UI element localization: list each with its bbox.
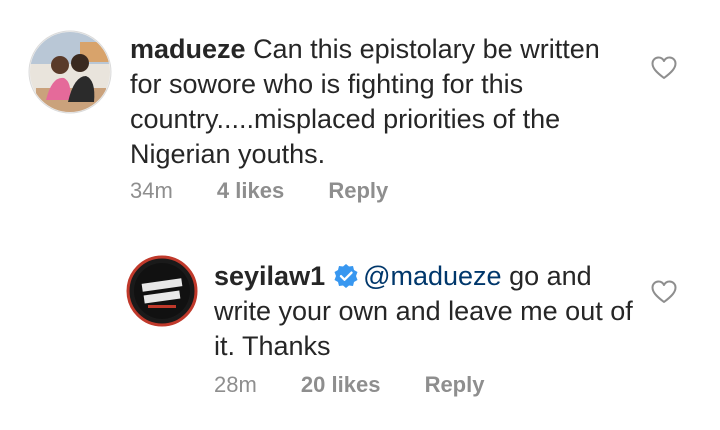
avatar[interactable] — [126, 255, 198, 327]
comment-username[interactable]: seyilaw1 — [214, 261, 325, 291]
reply-button[interactable]: Reply — [425, 372, 485, 398]
comment-item: madueze Can this epistolary be written f… — [0, 0, 720, 215]
comment-time: 34m — [130, 178, 173, 203]
heart-outline-icon[interactable] — [651, 280, 677, 304]
heart-outline-icon[interactable] — [651, 56, 677, 80]
comment-username[interactable]: madueze — [130, 34, 246, 64]
comment-item: seyilaw1 @madueze go and write your own … — [0, 215, 720, 430]
avatar-photo — [28, 30, 112, 114]
avatar-logo — [126, 255, 198, 327]
avatar[interactable] — [28, 30, 112, 114]
comment-time: 28m — [214, 372, 257, 397]
comment-meta: 34m 4 likes Reply — [130, 178, 388, 204]
verified-badge-icon — [334, 264, 358, 288]
reply-button[interactable]: Reply — [328, 178, 388, 204]
comment-meta: 28m 20 likes Reply — [214, 372, 484, 398]
comment-likes[interactable]: 20 likes — [301, 372, 381, 398]
comment-mention[interactable]: @madueze — [363, 261, 501, 291]
comment-body: madueze Can this epistolary be written f… — [130, 32, 630, 172]
comment-body: seyilaw1 @madueze go and write your own … — [214, 259, 634, 364]
comment-likes[interactable]: 4 likes — [217, 178, 284, 204]
